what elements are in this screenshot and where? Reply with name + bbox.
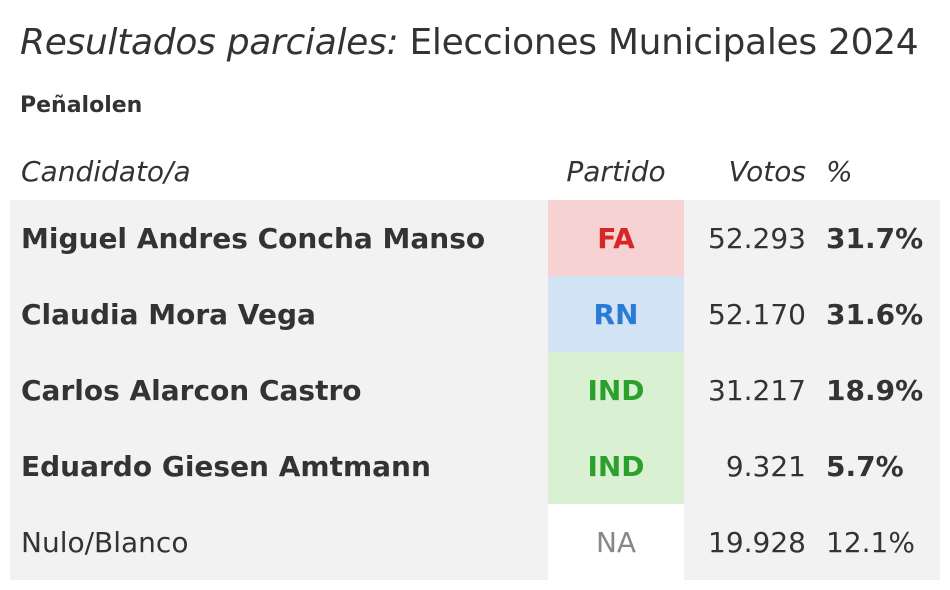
vote-count: 52.170 <box>708 297 806 331</box>
table-row: Eduardo Giesen Amtmann IND 9.321 5.7% <box>10 428 940 504</box>
header-party: Partido <box>566 154 666 188</box>
candidate-name: Claudia Mora Vega <box>21 297 316 331</box>
title-main: Elecciones Municipales 2024 <box>398 22 919 63</box>
header-candidate: Candidato/a <box>21 154 191 188</box>
party-badge: NA <box>548 504 684 580</box>
candidate-name: Miguel Andres Concha Manso <box>21 221 486 255</box>
vote-percent: 5.7% <box>826 449 904 483</box>
vote-percent: 31.6% <box>826 297 924 331</box>
table-row-null: Nulo/Blanco NA 19.928 12.1% <box>10 504 940 580</box>
table-row: Claudia Mora Vega RN 52.170 31.6% <box>10 276 940 352</box>
candidate-name: Eduardo Giesen Amtmann <box>21 449 431 483</box>
table-header-row: Candidato/a Partido Votos % <box>10 142 940 200</box>
party-badge: FA <box>548 200 684 276</box>
vote-count: 52.293 <box>708 221 806 255</box>
commune-subtitle: Peñalolen <box>20 93 143 118</box>
candidate-name: Nulo/Blanco <box>21 525 189 559</box>
party-badge: IND <box>548 428 684 504</box>
title-prefix: Resultados parciales: <box>20 22 399 63</box>
vote-count: 19.928 <box>708 525 806 559</box>
results-table: Candidato/a Partido Votos % Miguel Andre… <box>10 142 940 580</box>
vote-percent: 31.7% <box>826 221 924 255</box>
header-votes: Votos <box>728 154 806 188</box>
vote-percent: 12.1% <box>826 525 915 559</box>
vote-count: 9.321 <box>725 449 806 483</box>
party-badge: IND <box>548 352 684 428</box>
table-row: Miguel Andres Concha Manso FA 52.293 31.… <box>10 200 940 276</box>
header-percent: % <box>826 154 853 188</box>
vote-count: 31.217 <box>708 373 806 407</box>
party-badge: RN <box>548 276 684 352</box>
table-row: Carlos Alarcon Castro IND 31.217 18.9% <box>10 352 940 428</box>
vote-percent: 18.9% <box>826 373 924 407</box>
page-title: Resultados parciales: Elecciones Municip… <box>20 22 919 63</box>
candidate-name: Carlos Alarcon Castro <box>21 373 362 407</box>
